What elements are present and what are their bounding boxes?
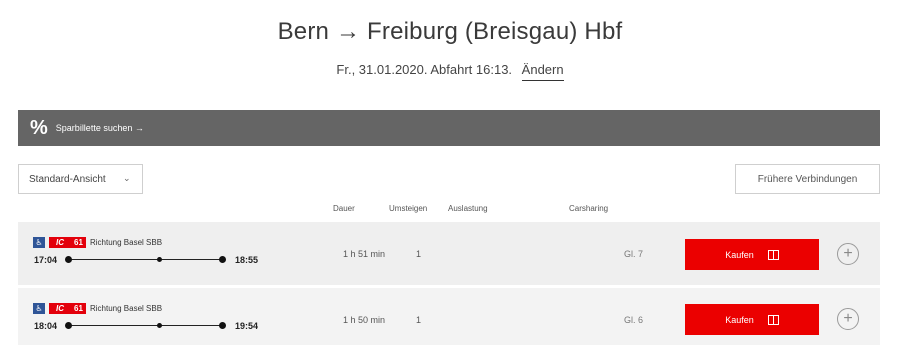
journey-subtitle: Fr., 31.01.2020. Abfahrt 16:13. Ändern (0, 62, 900, 81)
arrival-dot (219, 256, 226, 263)
supersaver-search-bar[interactable]: % Sparbillette suchen → (18, 110, 880, 146)
departure-time: 17:04 (34, 255, 58, 265)
accessibility-icon: ♿ (33, 303, 45, 314)
train-number-badge: 61 (71, 237, 86, 248)
column-header-transfers: Umsteigen (389, 204, 428, 213)
buy-button[interactable]: Kaufen (685, 304, 819, 335)
page-title: Bern → Freiburg (Breisgau) Hbf (277, 18, 623, 45)
buy-label: Kaufen (725, 314, 754, 325)
ticket-icon (767, 249, 779, 260)
expand-plus-icon[interactable]: + (837, 308, 859, 330)
buy-label: Kaufen (725, 249, 754, 260)
journey-date-time: Fr., 31.01.2020. Abfahrt 16:13. (336, 62, 513, 77)
arrival-time: 19:54 (235, 321, 259, 331)
duration-value: 1 h 51 min (343, 249, 386, 259)
transfer-dot (157, 257, 162, 262)
departure-time: 18:04 (34, 321, 58, 331)
expand-plus-icon[interactable]: + (837, 243, 859, 265)
departure-dot (65, 322, 72, 329)
earlier-connections-button[interactable]: Frühere Verbindungen (735, 164, 880, 194)
direction-label: Richtung Basel SBB (90, 304, 163, 313)
arrival-dot (219, 322, 226, 329)
column-header-carsharing: Carsharing (569, 204, 609, 213)
percent-icon: % (30, 117, 48, 139)
transfers-value: 1 (416, 249, 422, 259)
train-category-badge: IC (49, 303, 71, 314)
view-select[interactable]: Standard-Ansicht ⌄ (18, 164, 143, 194)
ticket-icon (767, 314, 779, 325)
direction-label: Richtung Basel SBB (90, 238, 163, 247)
arrival-time: 18:55 (235, 255, 259, 265)
transfer-dot (157, 323, 162, 328)
connection-row[interactable]: ♿ IC 61 Richtung Basel SBB 18:04 19:54 1… (18, 288, 880, 345)
train-category-badge: IC (49, 237, 71, 248)
change-journey-link[interactable]: Ändern (521, 62, 564, 81)
view-select-value: Standard-Ansicht (29, 173, 106, 185)
accessibility-icon: ♿ (33, 237, 45, 248)
train-number-badge: 61 (71, 303, 86, 314)
column-header-duration: Dauer (333, 204, 355, 213)
departure-dot (65, 256, 72, 263)
platform-value: Gl. 6 (624, 315, 644, 325)
journey-line (68, 325, 223, 326)
platform-value: Gl. 7 (624, 249, 644, 259)
buy-button[interactable]: Kaufen (685, 239, 819, 270)
connection-row[interactable]: ♿ IC 61 Richtung Basel SBB 17:04 18:55 1… (18, 222, 880, 285)
column-header-occupancy: Auslastung (448, 204, 488, 213)
journey-line (68, 259, 223, 260)
duration-value: 1 h 50 min (343, 315, 386, 325)
supersaver-label: Sparbillette suchen → (55, 123, 144, 133)
transfers-value: 1 (416, 315, 422, 325)
chevron-down-icon: ⌄ (123, 173, 131, 183)
